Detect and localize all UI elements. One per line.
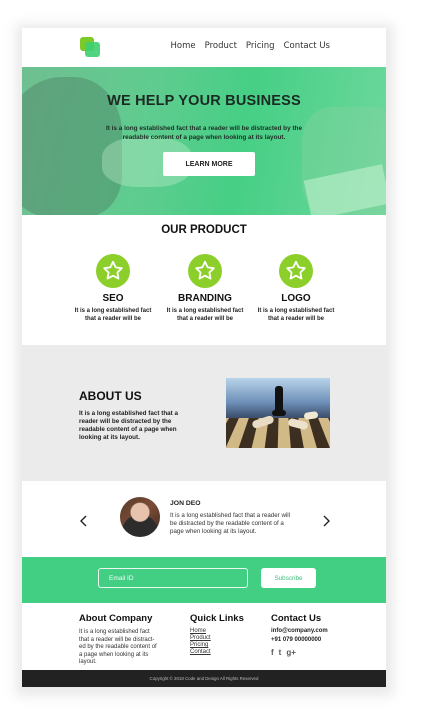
testimonial-name: JON DEO bbox=[170, 500, 201, 507]
website-mockup: Home Product Pricing Contact Us WE HELP … bbox=[22, 28, 386, 687]
footer-link-pricing[interactable]: Pricing bbox=[190, 642, 244, 649]
product-text: It is a long established fact that a rea… bbox=[166, 308, 244, 322]
about-text: It is a long established fact that a rea… bbox=[79, 410, 179, 441]
nav-pricing[interactable]: Pricing bbox=[246, 41, 275, 51]
twitter-icon[interactable]: t bbox=[279, 648, 282, 657]
nav-contact[interactable]: Contact Us bbox=[284, 41, 330, 51]
footer: About Company It is a long established f… bbox=[22, 603, 386, 670]
nav-product[interactable]: Product bbox=[205, 41, 237, 51]
nav-home[interactable]: Home bbox=[171, 41, 196, 51]
footer-contact: Contact Us info@company.com +91 079 0000… bbox=[271, 613, 328, 657]
footer-link-contact[interactable]: Contact bbox=[190, 649, 244, 656]
product-section-title: OUR PRODUCT bbox=[161, 224, 247, 236]
footer-link-home[interactable]: Home bbox=[190, 628, 244, 635]
header: Home Product Pricing Contact Us bbox=[22, 28, 386, 67]
star-icon bbox=[188, 254, 222, 288]
footer-contact-title: Contact Us bbox=[271, 613, 322, 624]
product-title: LOGO bbox=[281, 293, 311, 304]
hero-title: WE HELP YOUR BUSINESS bbox=[107, 93, 301, 109]
product-title: SEO bbox=[102, 293, 124, 304]
product-title: BRANDING bbox=[178, 293, 232, 304]
main-nav: Home Product Pricing Contact Us bbox=[171, 41, 330, 51]
product-text: It is a long established fact that a rea… bbox=[257, 308, 335, 322]
footer-about: About Company It is a long established f… bbox=[79, 613, 161, 667]
subscribe-button[interactable]: Subscribe bbox=[261, 568, 316, 588]
chess-image bbox=[226, 378, 330, 448]
email-input[interactable] bbox=[98, 568, 248, 588]
footer-about-title: About Company bbox=[79, 613, 153, 624]
star-icon bbox=[279, 254, 313, 288]
copyright-bar: Copyright © 2018 Code and Design All Rig… bbox=[22, 670, 386, 687]
star-icon bbox=[96, 254, 130, 288]
chevron-left-icon[interactable] bbox=[79, 514, 89, 527]
footer-quick-links: Quick Links Home Product Pricing Contact bbox=[190, 613, 244, 656]
social-links: f t g+ bbox=[271, 648, 328, 657]
testimonial-text: It is a long established fact that a rea… bbox=[170, 512, 291, 535]
brand-logo[interactable] bbox=[80, 37, 100, 57]
learn-more-button[interactable]: LEARN MORE bbox=[163, 152, 255, 176]
about-title: ABOUT US bbox=[79, 389, 142, 403]
footer-links-title: Quick Links bbox=[190, 613, 244, 624]
product-card-seo: SEO It is a long established fact that a… bbox=[68, 254, 158, 323]
facebook-icon[interactable]: f bbox=[271, 648, 274, 657]
product-card-branding: BRANDING It is a long established fact t… bbox=[160, 254, 250, 323]
about-section: ABOUT US It is a long established fact t… bbox=[22, 345, 386, 481]
chevron-right-icon[interactable] bbox=[321, 514, 331, 527]
contact-email[interactable]: info@company.com bbox=[271, 627, 328, 636]
google-plus-icon[interactable]: g+ bbox=[286, 648, 296, 657]
hero-banner: WE HELP YOUR BUSINESS It is a long estab… bbox=[22, 67, 386, 215]
hero-text: It is a long established fact that a rea… bbox=[105, 125, 303, 141]
avatar bbox=[120, 497, 160, 537]
testimonial-section: JON DEO It is a long established fact th… bbox=[22, 481, 386, 557]
footer-about-text: It is a long established fact that a rea… bbox=[79, 629, 157, 666]
product-text: It is a long established fact that a rea… bbox=[74, 308, 152, 322]
footer-link-product[interactable]: Product bbox=[190, 635, 244, 642]
contact-phone: +91 079 00000000 bbox=[271, 637, 322, 643]
product-card-logo: LOGO It is a long established fact that … bbox=[251, 254, 341, 323]
subscribe-bar: Subscribe bbox=[22, 557, 386, 603]
